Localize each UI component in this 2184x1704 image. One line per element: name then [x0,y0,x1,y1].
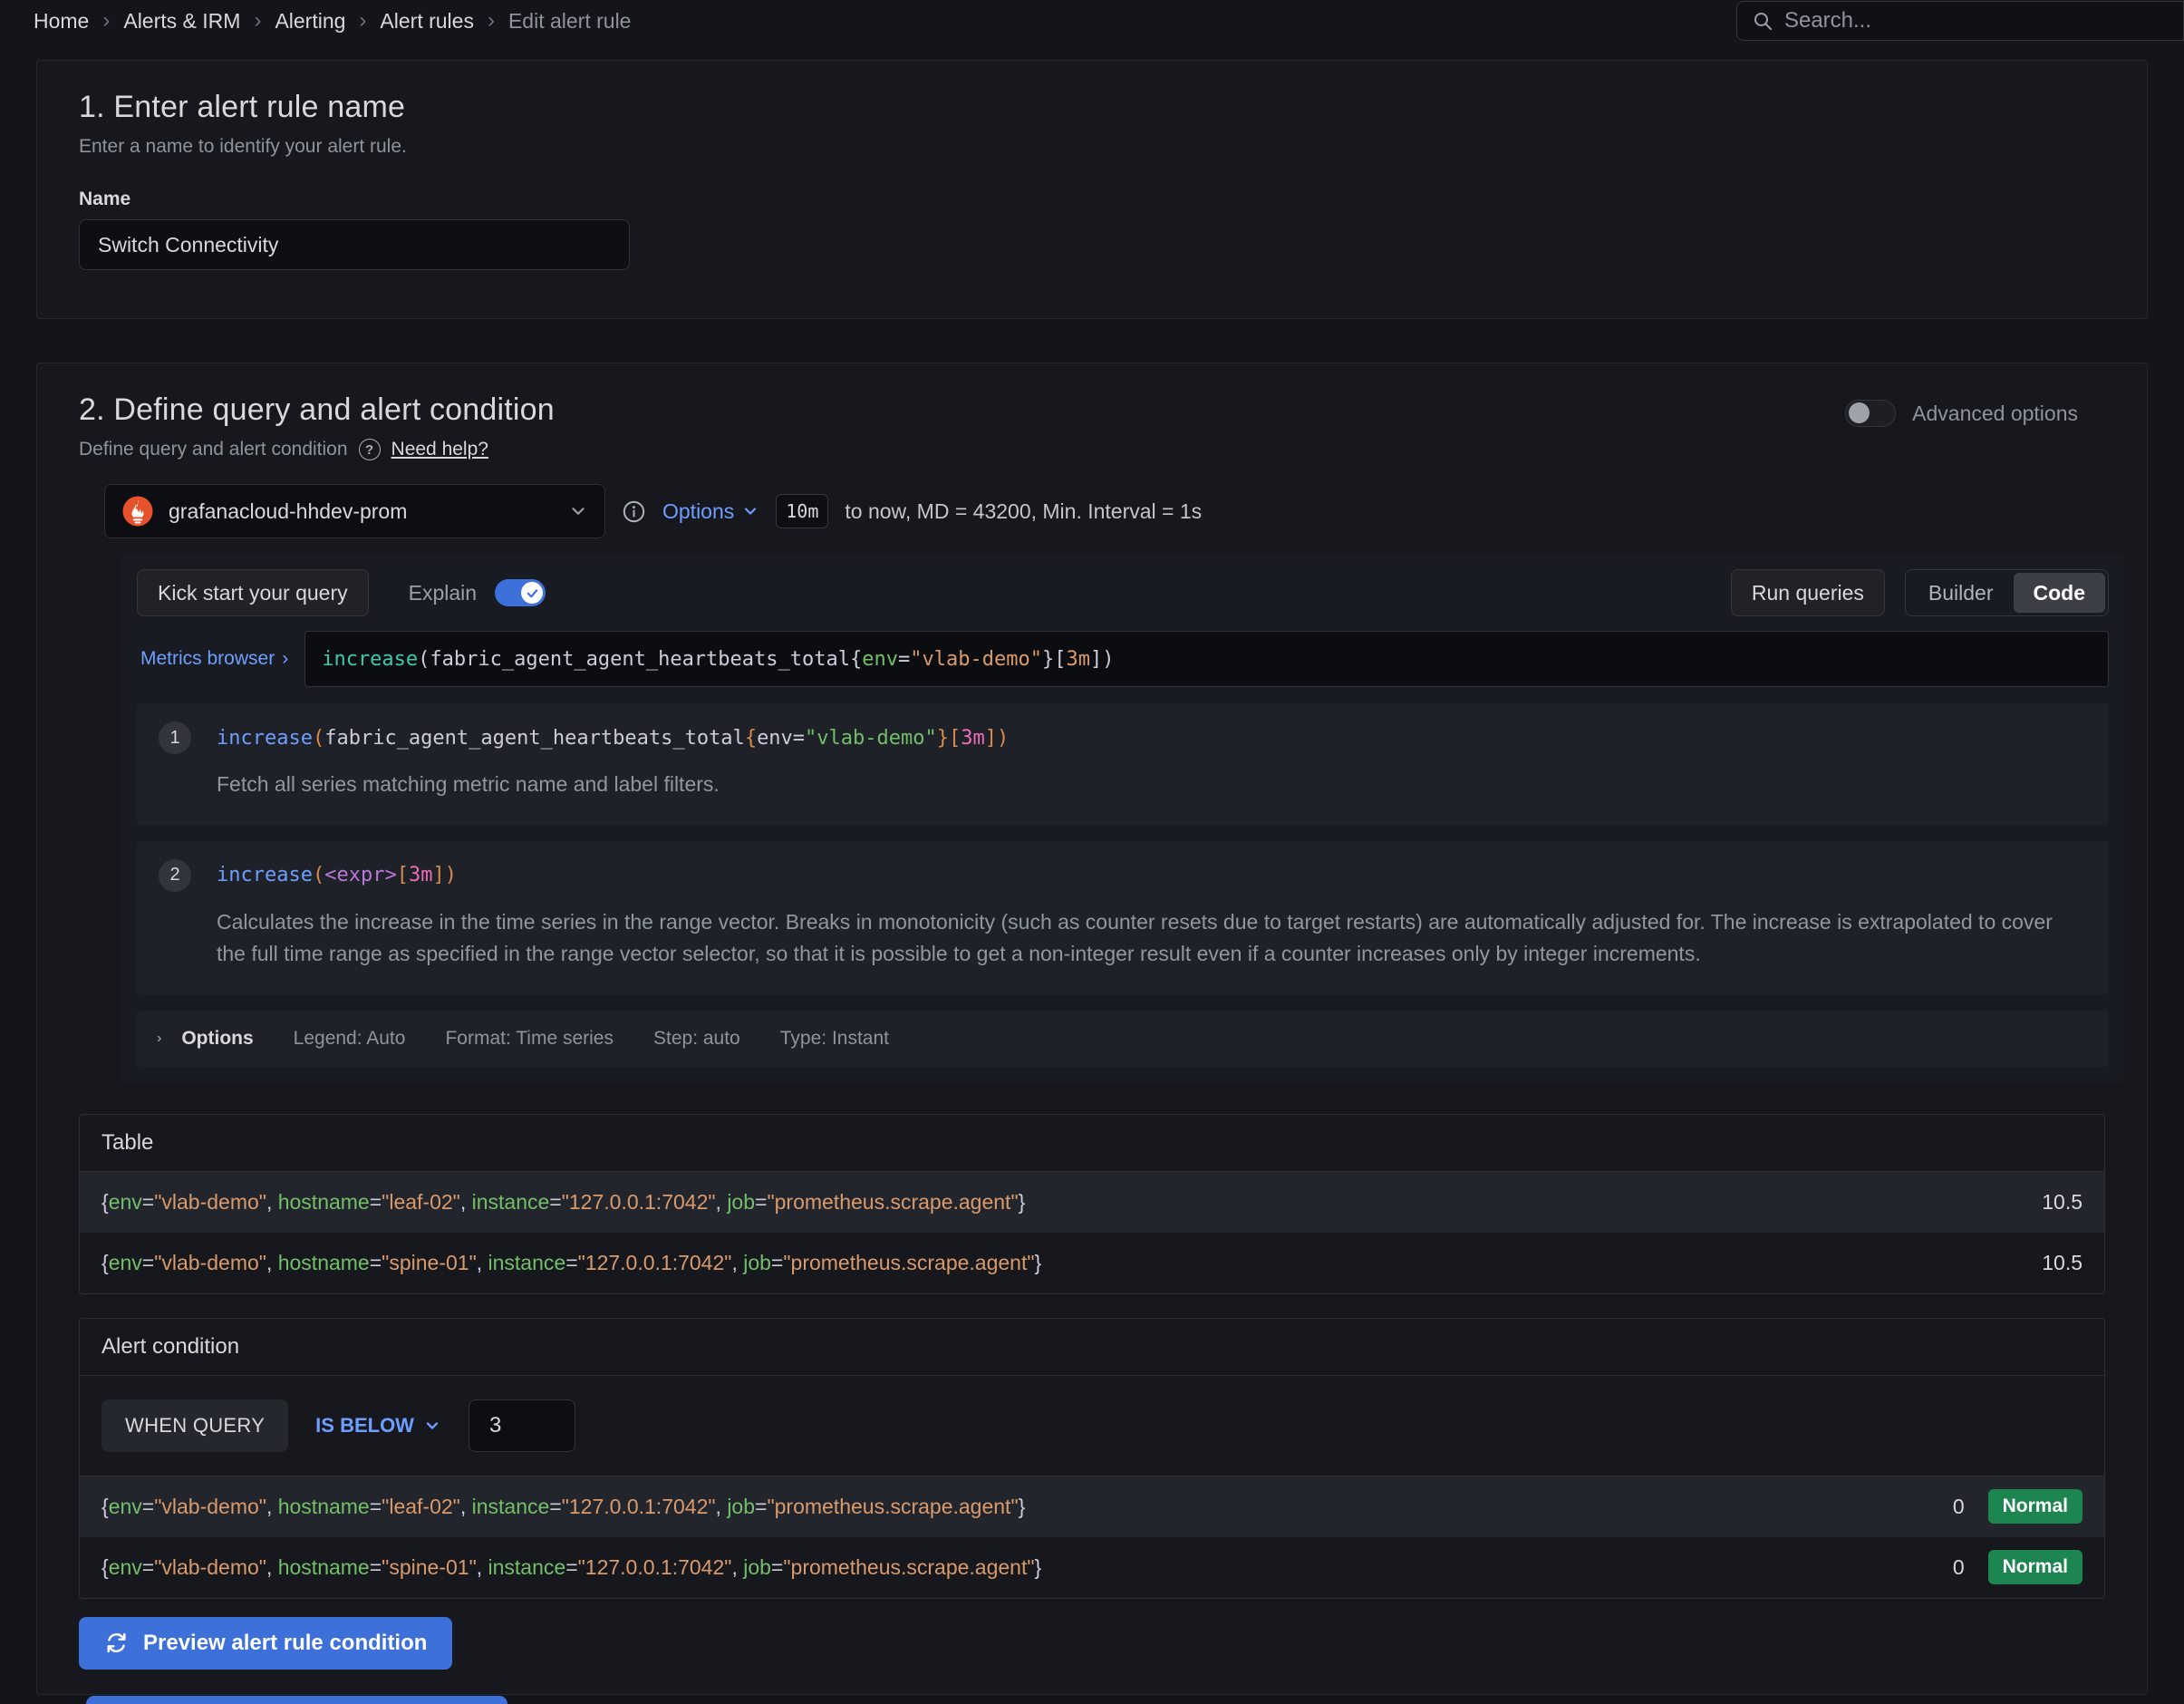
series-value: 10.5 [2042,1190,2083,1215]
editor-mode-switch: Builder Code [1905,569,2109,616]
code-mode-option[interactable]: Code [2014,573,2106,613]
instance-value: 0 [1953,1495,1965,1519]
explain-step-1: 1 increase(fabric_agent_agent_heartbeats… [137,703,2109,825]
table-row: {env="vlab-demo", hostname="leaf-02", in… [80,1172,2104,1233]
alert-rule-name-input[interactable] [79,219,630,270]
info-circle-icon[interactable] [622,499,646,524]
chevron-down-icon [423,1417,441,1435]
step-number-badge: 2 [159,859,191,892]
alert-condition-panel: Alert condition WHEN QUERY IS BELOW {env… [79,1318,2105,1599]
step-number-badge: 1 [159,721,191,754]
series-labels: {env="vlab-demo", hostname="spine-01", i… [101,1555,1953,1580]
breadcrumb-alerting[interactable]: Alerting [275,9,345,34]
datasource-picker[interactable]: grafanacloud-hhdev-prom [104,484,605,538]
datasource-name: grafanacloud-hhdev-prom [169,499,554,524]
step2-card: 2. Define query and alert condition Defi… [36,363,2148,1695]
breadcrumb-edit-alert-rule: Edit alert rule [508,9,632,34]
explain-description-1: Fetch all series matching metric name an… [217,769,2087,801]
time-settings-text: to now, MD = 43200, Min. Interval = 1s [845,499,1202,524]
state-badge: Normal [1988,1550,2083,1584]
series-value: 10.5 [2042,1251,2083,1275]
explain-code-1: increase(fabric_agent_agent_heartbeats_t… [217,727,1009,750]
series-labels: {env="vlab-demo", hostname="leaf-02", in… [101,1495,1953,1519]
toggle-knob [1849,402,1870,423]
table-preview-panel: Table {env="vlab-demo", hostname="leaf-0… [79,1114,2105,1294]
step2-title: 2. Define query and alert condition [79,392,555,428]
alert-instance-row: {env="vlab-demo", hostname="leaf-02", in… [80,1476,2104,1537]
series-labels: {env="vlab-demo", hostname="leaf-02", in… [101,1190,2042,1215]
operator-select[interactable]: IS BELOW [315,1414,441,1438]
state-badge: Normal [1988,1489,2083,1524]
breadcrumb-home[interactable]: Home [34,9,89,34]
step1-description: Enter a name to identify your alert rule… [79,136,2105,158]
datasource-row: grafanacloud-hhdev-prom Options 10m to n… [104,484,2105,538]
kick-start-query-button[interactable]: Kick start your query [137,569,369,616]
name-label: Name [79,189,2105,210]
explain-toggle[interactable] [495,579,546,606]
need-help-link[interactable]: Need help? [391,439,488,460]
table-row: {env="vlab-demo", hostname="spine-01", i… [80,1233,2104,1293]
breadcrumb-separator: › [488,8,495,34]
chevron-right-icon: › [282,648,288,670]
promql-code-editor[interactable]: increase(fabric_agent_agent_heartbeats_t… [304,631,2109,687]
search-icon [1752,9,1773,33]
chevron-down-icon [568,501,588,521]
step-option: Step: auto [653,1028,740,1050]
breadcrumb-alert-rules[interactable]: Alert rules [380,9,474,34]
query-options-button[interactable]: Options [662,499,759,524]
condition-row: WHEN QUERY IS BELOW [80,1376,2104,1476]
explain-code-2: increase(<expr>[3m]) [217,864,457,886]
run-queries-button[interactable]: Run queries [1731,569,1885,616]
top-navbar: Home › Alerts & IRM › Alerting › Alert r… [0,0,2184,42]
step2-subtitle: Define query and alert condition [79,439,348,460]
breadcrumb: Home › Alerts & IRM › Alerting › Alert r… [34,8,631,34]
check-icon [526,586,539,600]
toggle-knob [521,582,543,604]
alert-condition-title: Alert condition [80,1319,2104,1376]
type-option: Type: Instant [780,1028,889,1050]
prometheus-icon [121,495,154,528]
options-row-label: Options [181,1028,253,1050]
explain-label: Explain [409,581,477,605]
when-query-chip: WHEN QUERY [101,1399,288,1452]
cut-off-button[interactable] [86,1696,507,1704]
help-circle-icon[interactable]: ? [359,439,381,460]
explain-step-2: 2 increase(<expr>[3m]) Calculates the in… [137,841,2109,994]
breadcrumb-separator: › [254,8,261,34]
alert-instance-row: {env="vlab-demo", hostname="spine-01", i… [80,1537,2104,1598]
legend-option: Legend: Auto [294,1028,406,1050]
chevron-right-icon: › [157,1031,161,1047]
refresh-icon [104,1631,129,1655]
explain-description-2: Calculates the increase in the time seri… [217,906,2087,971]
search-input[interactable] [1784,8,2169,34]
advanced-options-toggle[interactable] [1845,400,1896,427]
format-option: Format: Time series [445,1028,614,1050]
search-box[interactable] [1736,1,2184,41]
table-panel-title: Table [80,1115,2104,1172]
builder-mode-option[interactable]: Builder [1909,573,2014,613]
preview-alert-rule-button[interactable]: Preview alert rule condition [79,1617,452,1670]
series-labels: {env="vlab-demo", hostname="spine-01", i… [101,1251,2042,1275]
breadcrumb-separator: › [359,8,366,34]
step1-card: 1. Enter alert rule name Enter a name to… [36,60,2148,319]
metrics-browser-button[interactable]: Metrics browser › [137,631,304,687]
relative-time-badge[interactable]: 10m [776,494,828,528]
advanced-options-label: Advanced options [1912,402,2078,426]
query-options-collapsed-row[interactable]: › Options Legend: Auto Format: Time seri… [137,1011,2109,1067]
query-editor-panel: Kick start your query Explain Run querie… [121,555,2125,1083]
step1-title: 1. Enter alert rule name [79,90,2105,125]
breadcrumb-separator: › [102,8,110,34]
breadcrumb-alerts-irm[interactable]: Alerts & IRM [123,9,240,34]
threshold-input[interactable] [469,1399,575,1452]
instance-value: 0 [1953,1555,1965,1580]
chevron-down-icon [741,502,759,520]
